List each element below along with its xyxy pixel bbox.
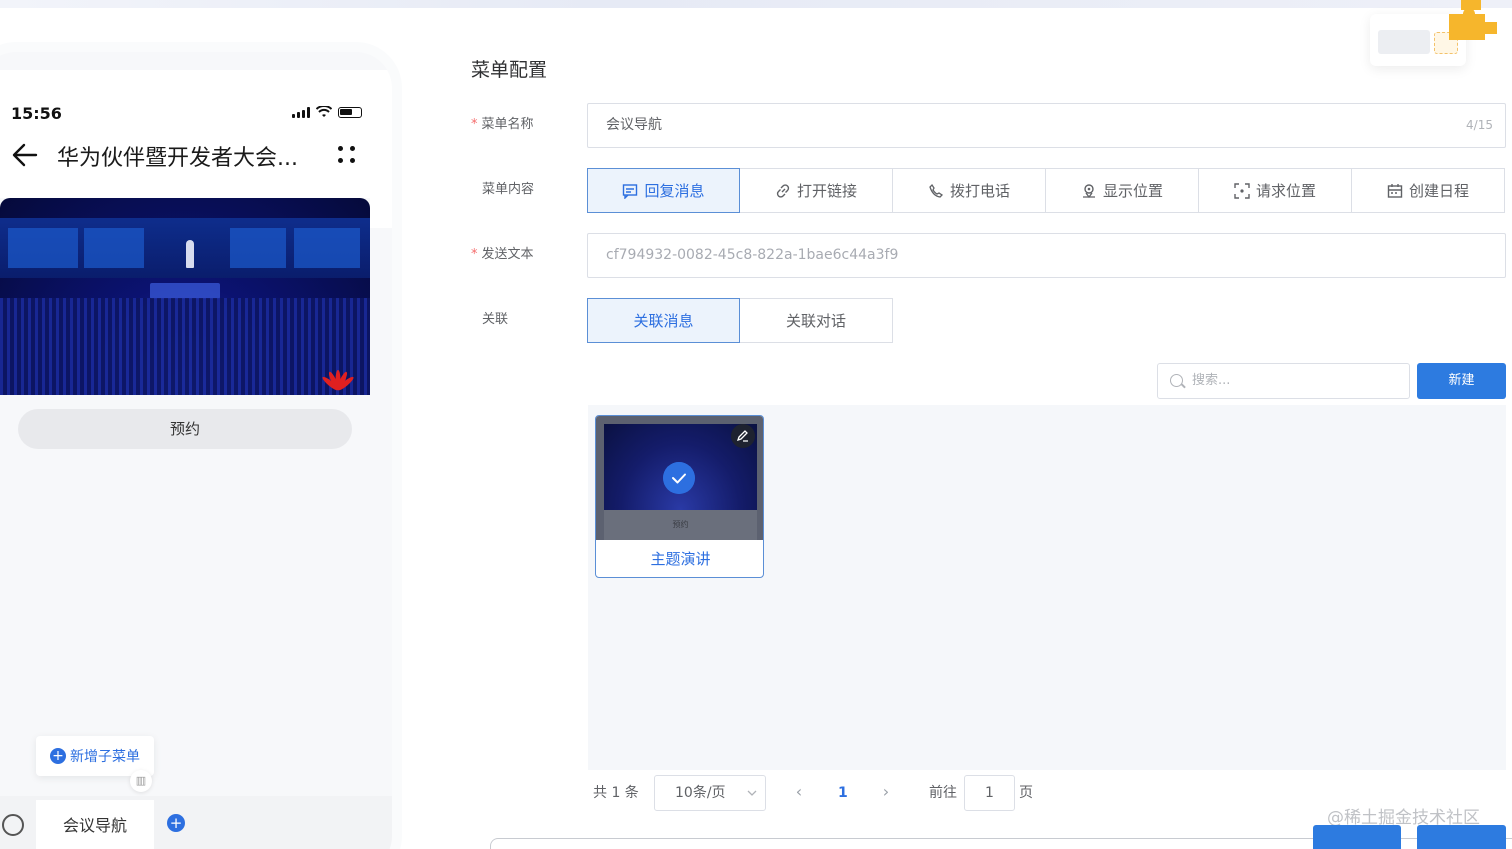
goto-label: 前往 (929, 785, 957, 801)
prev-page-icon[interactable]: ‹ (789, 775, 809, 811)
message-card[interactable]: 预约 主题演讲 (595, 415, 764, 578)
back-arrow-icon[interactable] (12, 142, 38, 168)
page-suffix: 页 (1019, 785, 1033, 801)
calendar-icon (1387, 183, 1403, 198)
bottom-button-left[interactable] (1313, 825, 1401, 849)
battery-icon (338, 106, 362, 118)
wifi-icon (316, 106, 332, 117)
add-menu-icon[interactable]: + (167, 814, 185, 832)
edit-icon[interactable] (731, 424, 755, 448)
option-show-location[interactable]: 显示位置 (1045, 168, 1199, 213)
card-caption: 主题演讲 (650, 550, 711, 568)
option-create-schedule[interactable]: 创建日程 (1351, 168, 1505, 213)
option-relate-dialog[interactable]: 关联对话 (739, 298, 893, 343)
search-input[interactable]: 搜索... (1157, 363, 1410, 399)
char-count: 4/15 (1466, 118, 1493, 132)
section-title: 菜单配置 (471, 59, 548, 81)
reserve-button[interactable]: 预约 (18, 409, 352, 449)
status-icons (292, 106, 362, 118)
option-reply-message[interactable]: 回复消息 (587, 168, 740, 213)
plus-icon: + (50, 748, 66, 764)
event-banner-image (0, 198, 370, 395)
pagination-total: 共 1 条 (593, 785, 639, 801)
menu-name-input[interactable]: 会议导航 4/15 (587, 103, 1506, 148)
chevron-down-icon (747, 790, 757, 796)
relation-label: 关联 (482, 312, 509, 327)
search-icon (1170, 374, 1183, 387)
signal-icon (292, 106, 310, 118)
message-icon (623, 183, 638, 199)
send-text-input[interactable]: cf794932-0082-45c8-822a-1bae6c44a3f9 (587, 233, 1506, 278)
check-icon (663, 462, 695, 494)
add-submenu-label: 新增子菜单 (70, 749, 140, 765)
more-icon[interactable] (336, 144, 358, 166)
menu-tab-conference-nav[interactable]: 会议导航 (36, 800, 154, 849)
option-open-link[interactable]: 打开链接 (739, 168, 893, 213)
phone-icon (929, 183, 944, 198)
option-request-location[interactable]: 请求位置 (1198, 168, 1352, 213)
menu-content-options: 回复消息 打开链接 拨打电话 显示位置 请求位置 创建日程 (587, 168, 1505, 213)
link-icon (776, 183, 790, 198)
top-strip (0, 0, 1512, 8)
goto-page-input[interactable]: 1 (964, 775, 1015, 811)
puzzle-icon (1449, 0, 1497, 40)
menu-content-label: 菜单内容 (482, 182, 535, 197)
new-button[interactable]: 新建 (1417, 363, 1506, 399)
next-page-icon[interactable]: › (876, 775, 896, 811)
option-relate-message[interactable]: 关联消息 (587, 298, 740, 343)
thumb-label: 预约 (604, 510, 757, 540)
send-text-label: * 发送文本 (471, 247, 534, 262)
page-size-select[interactable]: 10条/页 (654, 775, 766, 811)
trash-icon[interactable]: ▥ (130, 770, 152, 792)
keyboard-icon[interactable] (2, 814, 24, 836)
current-page[interactable]: 1 (838, 775, 848, 811)
phone-preview: 15:56 华为伙伴暨开发者大会... 预约 + 新增子菜单 ▥ 会议导航 + (0, 52, 392, 849)
chat-title: 华为伙伴暨开发者大会... (57, 146, 298, 171)
location-icon (1082, 183, 1095, 198)
bottom-button-right[interactable] (1417, 825, 1506, 849)
status-time: 15:56 (11, 104, 62, 123)
page-root: 15:56 华为伙伴暨开发者大会... 预约 + 新增子菜单 ▥ 会议导航 + … (0, 0, 1512, 849)
huawei-logo-icon (322, 370, 354, 391)
relation-options: 关联消息 关联对话 (587, 298, 893, 343)
option-dial-phone[interactable]: 拨打电话 (892, 168, 1046, 213)
menu-name-label: * 菜单名称 (471, 117, 534, 132)
scan-icon (1234, 182, 1250, 199)
